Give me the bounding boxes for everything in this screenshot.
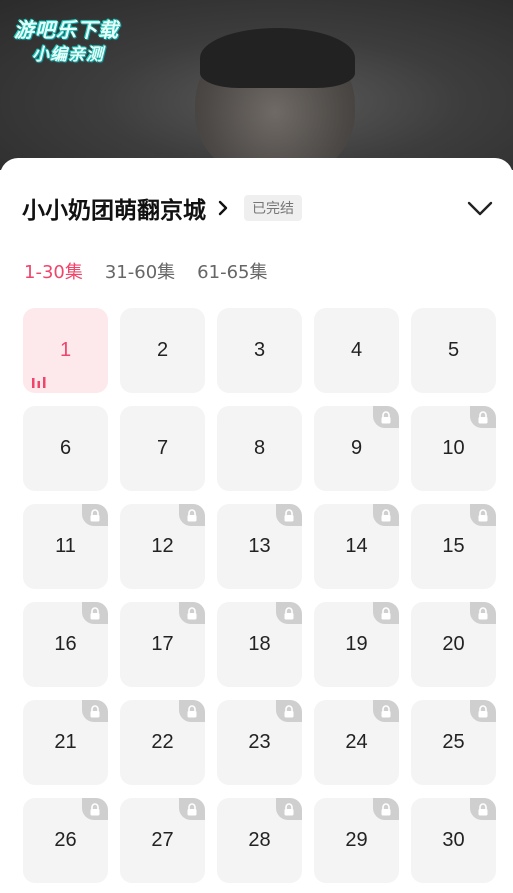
lock-icon xyxy=(373,504,399,526)
episode-number: 21 xyxy=(54,731,77,753)
episode-cell[interactable]: 25 xyxy=(411,700,496,785)
episode-cell[interactable]: 3 xyxy=(217,308,302,393)
episode-cell[interactable]: 24 xyxy=(314,700,399,785)
person-hair xyxy=(200,28,355,88)
episode-number: 13 xyxy=(248,535,271,557)
episode-cell[interactable]: 9 xyxy=(314,406,399,491)
episode-number: 18 xyxy=(248,633,271,655)
episode-number: 11 xyxy=(55,535,76,557)
episode-cell[interactable]: 7 xyxy=(120,406,205,491)
episode-number: 8 xyxy=(253,437,266,459)
episode-cell[interactable]: 21 xyxy=(23,700,108,785)
episode-cell[interactable]: 22 xyxy=(120,700,205,785)
episode-cell[interactable]: 2 xyxy=(120,308,205,393)
lock-icon xyxy=(276,504,302,526)
lock-icon xyxy=(470,602,496,624)
episode-cell[interactable]: 6 xyxy=(23,406,108,491)
episode-number: 3 xyxy=(253,339,266,361)
episode-number: 23 xyxy=(248,731,271,753)
episode-number: 14 xyxy=(345,535,368,557)
episode-cell[interactable]: 5 xyxy=(411,308,496,393)
chevron-down-icon[interactable] xyxy=(465,194,495,222)
lock-icon xyxy=(276,602,302,624)
tab-range-3[interactable]: 61-65集 xyxy=(197,258,267,284)
episode-cell[interactable]: 18 xyxy=(217,602,302,687)
episode-cell[interactable]: 27 xyxy=(120,798,205,883)
episode-number: 28 xyxy=(248,829,271,851)
lock-icon xyxy=(179,700,205,722)
episode-number: 6 xyxy=(59,437,72,459)
episode-number: 30 xyxy=(442,829,465,851)
episode-number: 1 xyxy=(59,339,72,361)
episode-cell[interactable]: 13 xyxy=(217,504,302,589)
episode-number: 7 xyxy=(156,437,169,459)
episode-number: 25 xyxy=(442,731,465,753)
lock-icon xyxy=(82,700,108,722)
episode-number: 20 xyxy=(442,633,465,655)
lock-icon xyxy=(179,602,205,624)
lock-icon xyxy=(373,700,399,722)
episode-cell[interactable]: 12 xyxy=(120,504,205,589)
status-badge: 已完结 xyxy=(244,195,302,221)
lock-icon xyxy=(179,798,205,820)
episode-cell[interactable]: 23 xyxy=(217,700,302,785)
episode-number: 5 xyxy=(447,339,460,361)
lock-icon xyxy=(373,798,399,820)
episode-cell[interactable]: 19 xyxy=(314,602,399,687)
episode-cell[interactable]: 8 xyxy=(217,406,302,491)
tab-range-2[interactable]: 31-60集 xyxy=(105,258,175,284)
episode-number: 9 xyxy=(350,437,363,459)
episode-number: 10 xyxy=(442,437,465,459)
episode-cell[interactable]: 15 xyxy=(411,504,496,589)
episode-cell[interactable]: 26 xyxy=(23,798,108,883)
watermark-line-2: 小编亲测 xyxy=(32,45,104,65)
episode-number: 17 xyxy=(151,633,174,655)
lock-icon xyxy=(276,700,302,722)
lock-icon xyxy=(373,406,399,428)
episode-selector-sheet: 小小奶团萌翻京城 已完结 1-30集 31-60集 61-65集 123456789… xyxy=(0,158,513,893)
episode-grid: 1 2 3 4 5 6 7 8 9 10 11 12 13 14 15 16 17 18 19 20 21 22 23 24 2… xyxy=(23,308,497,883)
episode-number: 29 xyxy=(345,829,368,851)
episode-cell[interactable]: 4 xyxy=(314,308,399,393)
lock-icon xyxy=(276,798,302,820)
lock-icon xyxy=(470,798,496,820)
playing-bars-icon xyxy=(31,371,47,388)
episode-number: 24 xyxy=(345,731,368,753)
episode-cell[interactable]: 17 xyxy=(120,602,205,687)
episode-range-tabs: 1-30集 31-60集 61-65集 xyxy=(24,258,267,284)
watermark-logo: 游吧乐下载 小编亲测 xyxy=(10,12,150,65)
tab-range-1[interactable]: 1-30集 xyxy=(24,258,83,284)
episode-number: 22 xyxy=(151,731,174,753)
title-row: 小小奶团萌翻京城 已完结 xyxy=(22,188,495,228)
episode-cell[interactable]: 20 xyxy=(411,602,496,687)
episode-cell[interactable]: 1 xyxy=(23,308,108,393)
episode-cell[interactable]: 28 xyxy=(217,798,302,883)
lock-icon xyxy=(470,406,496,428)
episode-cell[interactable]: 11 xyxy=(23,504,108,589)
episode-number: 16 xyxy=(54,633,77,655)
lock-icon xyxy=(82,798,108,820)
lock-icon xyxy=(179,504,205,526)
episode-cell[interactable]: 16 xyxy=(23,602,108,687)
episode-number: 4 xyxy=(350,339,363,361)
episode-number: 12 xyxy=(151,535,174,557)
lock-icon xyxy=(470,504,496,526)
episode-cell[interactable]: 14 xyxy=(314,504,399,589)
watermark-line-1: 游吧乐下载 xyxy=(14,18,119,42)
lock-icon xyxy=(373,602,399,624)
episode-number: 19 xyxy=(345,633,368,655)
episode-cell[interactable]: 29 xyxy=(314,798,399,883)
episode-number: 2 xyxy=(156,339,169,361)
chevron-right-icon[interactable] xyxy=(214,199,232,217)
episode-cell[interactable]: 10 xyxy=(411,406,496,491)
lock-icon xyxy=(82,504,108,526)
episode-number: 15 xyxy=(442,535,465,557)
video-player-area[interactable]: 游吧乐下载 小编亲测 xyxy=(0,0,513,170)
lock-icon xyxy=(82,602,108,624)
episode-cell[interactable]: 30 xyxy=(411,798,496,883)
lock-icon xyxy=(470,700,496,722)
drama-title[interactable]: 小小奶团萌翻京城 xyxy=(22,191,206,225)
episode-number: 27 xyxy=(151,829,174,851)
episode-number: 26 xyxy=(54,829,77,851)
